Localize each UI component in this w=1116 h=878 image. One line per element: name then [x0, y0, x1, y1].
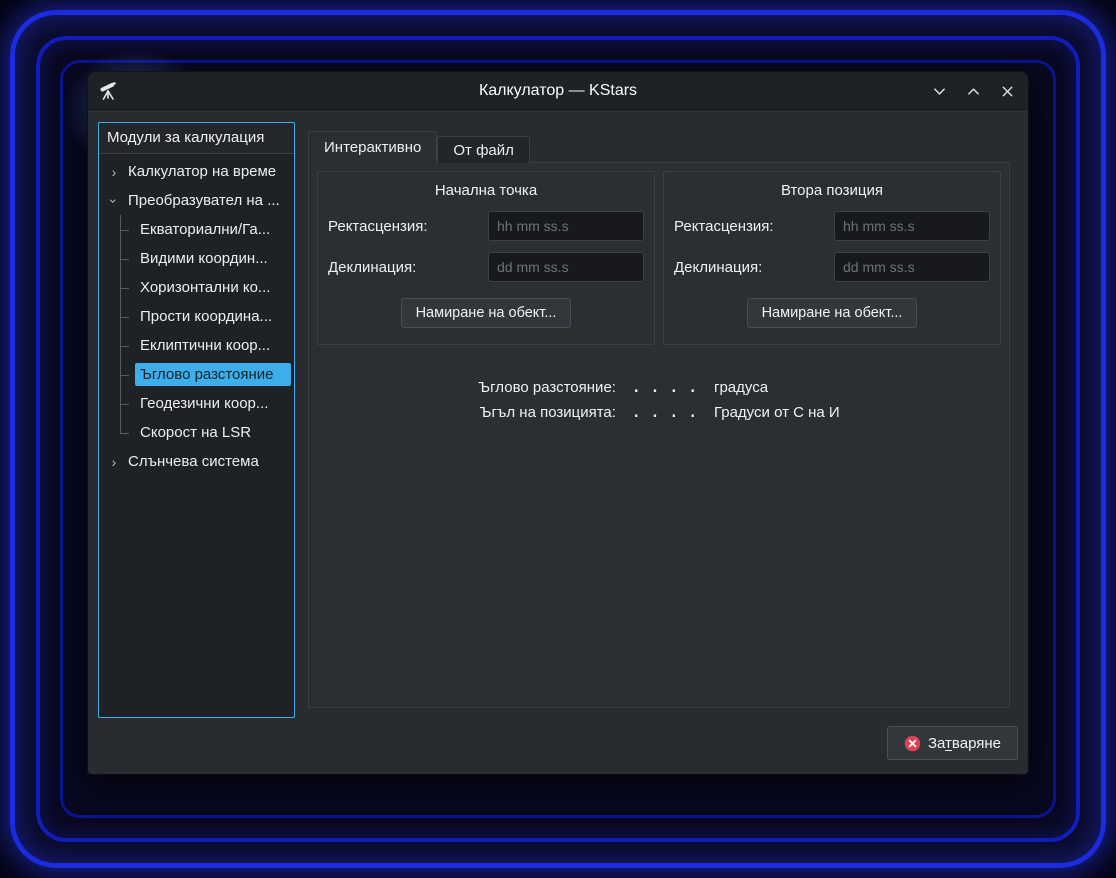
- tree-item-horizontal-coordinates[interactable]: Хоризонтални ко...: [99, 273, 294, 302]
- chevron-right-icon[interactable]: ›: [105, 454, 123, 470]
- position-angle-value: . . . .: [632, 405, 698, 421]
- tree-item-angular-distance[interactable]: Ъглово разстояние: [99, 360, 294, 389]
- field-row: Деклинация:: [328, 252, 644, 282]
- chevron-up-icon: [966, 84, 981, 99]
- find-object-button-second[interactable]: Намиране на обект...: [747, 298, 918, 328]
- field-row: Деклинация:: [674, 252, 990, 282]
- modules-header: Модули за калкулация: [99, 123, 294, 154]
- second-dec-label: Деклинация:: [674, 259, 762, 276]
- interactive-tab-pane: Начална точка Ректасцензия: Деклинация: …: [308, 162, 1010, 708]
- dialog-close-icon: [904, 735, 921, 752]
- tab-interactive[interactable]: Интерактивно: [308, 131, 437, 163]
- minimize-button[interactable]: [926, 78, 952, 104]
- second-position-group: Втора позиция Ректасцензия: Деклинация: …: [663, 171, 1001, 345]
- second-dec-input[interactable]: [834, 252, 990, 282]
- calculation-modules-panel: Модули за калкулация › Калкулатор на вре…: [98, 122, 295, 718]
- second-ra-input[interactable]: [834, 211, 990, 241]
- close-window-button[interactable]: [994, 78, 1020, 104]
- field-row: Ректасцензия:: [328, 211, 644, 241]
- start-ra-input[interactable]: [488, 211, 644, 241]
- modules-tree: › Калкулатор на време › Преобразувател н…: [99, 154, 294, 717]
- start-ra-label: Ректасцензия:: [328, 218, 428, 235]
- tree-item-equatorial-galactic[interactable]: Екваториални/Га...: [99, 215, 294, 244]
- position-angle-label: Ъгъл на позицията:: [478, 404, 616, 421]
- results-block: Ъглово разстояние: . . . . градуса Ъгъл …: [317, 379, 1001, 421]
- chevron-down-icon[interactable]: ›: [106, 192, 122, 210]
- start-point-title: Начална точка: [328, 182, 644, 199]
- chevron-down-icon: [932, 84, 947, 99]
- second-ra-label: Ректасцензия:: [674, 218, 774, 235]
- dialog-footer: Затваряне: [887, 726, 1018, 760]
- tab-bar: Интерактивно От файл: [308, 130, 1010, 162]
- position-groups: Начална точка Ректасцензия: Деклинация: …: [317, 171, 1001, 345]
- window-title: Калкулатор — KStars: [88, 82, 1028, 100]
- close-button[interactable]: Затваряне: [887, 726, 1018, 760]
- tree-item-ecliptic-coordinates[interactable]: Еклиптични коор...: [99, 331, 294, 360]
- angular-distance-unit: градуса: [714, 379, 840, 396]
- tree-item-coordinate-converters[interactable]: › Преобразувател на ...: [99, 186, 294, 215]
- start-dec-input[interactable]: [488, 252, 644, 282]
- close-button-label: Затваряне: [928, 735, 1001, 752]
- main-area: Интерактивно От файл Начална точка Ректа…: [308, 130, 1010, 708]
- tree-item-solar-system[interactable]: › Слънчева система: [99, 447, 294, 476]
- button-row: Намиране на обект...: [674, 298, 990, 328]
- position-angle-unit: Градуси от С на И: [714, 404, 840, 421]
- tree-item-apparent-coordinates[interactable]: Видими координ...: [99, 244, 294, 273]
- second-position-title: Втора позиция: [674, 182, 990, 199]
- kstars-telescope-icon: [98, 80, 120, 102]
- tree-item-simple-coordinates[interactable]: Прости координа...: [99, 302, 294, 331]
- tree-item-time-calculator[interactable]: › Калкулатор на време: [99, 157, 294, 186]
- close-icon: [1000, 84, 1015, 99]
- find-object-button-start[interactable]: Намиране на обект...: [401, 298, 572, 328]
- start-point-group: Начална точка Ректасцензия: Деклинация: …: [317, 171, 655, 345]
- kstars-calculator-window: Калкулатор — KStars Модули за калкулация…: [88, 72, 1028, 774]
- tree-item-geodetic-coordinates[interactable]: Геодезични коор...: [99, 389, 294, 418]
- start-dec-label: Деклинация:: [328, 259, 416, 276]
- window-controls: [926, 72, 1020, 110]
- field-row: Ректасцензия:: [674, 211, 990, 241]
- window-content: Модули за калкулация › Калкулатор на вре…: [88, 110, 1028, 773]
- tree-item-lsr-velocity[interactable]: Скорост на LSR: [99, 418, 294, 447]
- titlebar[interactable]: Калкулатор — KStars: [88, 72, 1028, 110]
- tab-from-file[interactable]: От файл: [437, 136, 530, 163]
- angular-distance-value: . . . .: [632, 380, 698, 396]
- chevron-right-icon[interactable]: ›: [105, 164, 123, 180]
- button-row: Намиране на обект...: [328, 298, 644, 328]
- angular-distance-label: Ъглово разстояние:: [478, 379, 616, 396]
- maximize-button[interactable]: [960, 78, 986, 104]
